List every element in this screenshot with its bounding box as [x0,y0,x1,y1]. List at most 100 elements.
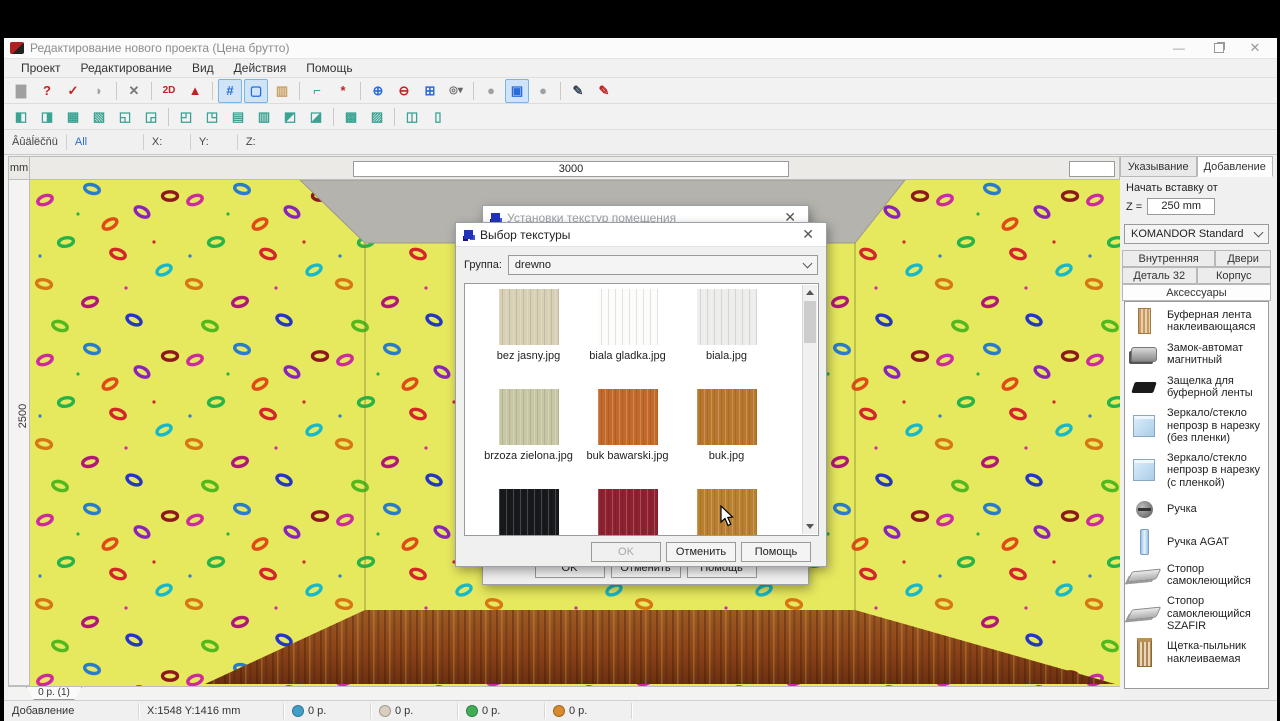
texture-item[interactable]: biala.jpg [677,289,776,362]
accessories-list[interactable]: Буферная лента наклеивающаяся Замок-авто… [1124,301,1269,689]
list-item[interactable]: Защелка для буферной ленты [1129,374,1264,400]
render-icon[interactable]: ● [479,79,503,103]
texture-item[interactable]: buk.jpg [677,389,776,462]
texture-thumbnail[interactable] [696,389,757,445]
tab-accessories[interactable]: Аксессуары [1122,284,1271,301]
minimize-icon[interactable]: — [1161,38,1197,58]
copy-style-icon[interactable]: ▣ [505,78,529,103]
group-select[interactable]: drewno [507,255,818,275]
texture-item[interactable]: biala gladka.jpg [578,289,677,362]
group-align-top-icon[interactable]: ▤ [226,105,250,129]
elem-rotate-icon[interactable]: ◱ [113,105,137,129]
list-item[interactable]: Стопор самоклеющийся SZAFIR [1126,595,1264,633]
texture-item[interactable]: bez jasny.jpg [479,289,578,362]
tab-detail-32[interactable]: Деталь 32 [1122,267,1197,284]
list-item[interactable]: Буферная лента наклеивающаяся [1129,308,1264,334]
texture-grid[interactable]: bez jasny.jpg biala gladka.jpg biala.jpg… [464,283,819,536]
menu-actions[interactable]: Действия [225,59,296,77]
tab-inner-part[interactable]: Внутренняя часть [1122,250,1216,281]
zoom-out-icon[interactable]: ⊖ [392,79,416,103]
cancel-button[interactable]: Отменить [666,542,736,562]
texture-item[interactable] [479,489,578,535]
tab-doors[interactable]: Двери [1215,250,1271,267]
tab-adding[interactable]: Добавление [1196,156,1273,177]
group-align-bottom-icon[interactable]: ▥ [252,105,276,129]
group-align-right-icon[interactable]: ◳ [200,105,224,129]
menu-edit[interactable]: Редактирование [72,59,181,77]
elem-align-top-icon[interactable]: ▦ [61,105,85,129]
width-dimension-input[interactable]: 3000 [353,161,789,177]
letterbox-left [0,0,4,720]
zoom-in-icon[interactable]: ⊕ [366,79,390,103]
texture-thumbnail[interactable] [498,489,559,535]
2d-view-icon[interactable]: 2D [157,79,181,103]
zoom-menu-icon[interactable]: ◎▾ [444,79,468,103]
door-icon[interactable]: ▥ [270,79,294,103]
x-field[interactable]: X: [144,134,191,150]
center-h-icon[interactable]: ◫ [400,105,424,129]
fill-icon[interactable]: ◗ [87,79,111,103]
elem-align-left-icon[interactable]: ◧ [9,105,33,129]
save-icon[interactable]: ▇ [9,79,33,103]
group-align-left-icon[interactable]: ◰ [174,105,198,129]
texture-thumbnail[interactable] [696,289,757,345]
list-item[interactable]: Замок-автомат магнитный [1129,341,1264,367]
texture-item[interactable]: buk bawarski.jpg [578,389,677,462]
close-icon[interactable]: ✕ [1237,38,1273,58]
list-item[interactable]: Ручка [1129,496,1264,522]
corner-icon[interactable]: ⌐ [305,79,329,103]
menu-view[interactable]: Вид [183,59,223,77]
list-item[interactable]: Зеркало/стекло непрозр в нарезку (с плен… [1129,452,1264,490]
elem-align-bottom-icon[interactable]: ▧ [87,105,111,129]
texture-select-title-bar[interactable]: Выбор текстуры ✕ [456,223,826,247]
tab-pointing[interactable]: Указывание [1120,156,1197,177]
menu-project[interactable]: Проект [12,59,70,77]
grid-icon[interactable]: # [218,78,242,103]
pen-remove-icon[interactable]: ✎ [592,79,616,103]
help-button[interactable]: Помощь [741,542,811,562]
texture-thumbnail[interactable] [597,489,658,535]
3d-view-icon[interactable]: ▲ [183,79,207,103]
delete-icon[interactable]: ✕ [122,79,146,103]
walls-icon[interactable]: ▢ [244,78,268,103]
list-item[interactable]: Ручка AGAT [1129,529,1264,555]
center-v-icon[interactable]: ▯ [426,105,450,129]
y-field[interactable]: Y: [191,134,238,150]
z-field[interactable]: Z: [238,134,284,150]
spacing-h-icon[interactable]: ▩ [339,105,363,129]
price-sheet-tab[interactable]: 0 р. (1) [26,687,82,700]
texture-thumbnail[interactable] [597,389,658,445]
sphere-icon[interactable]: ● [531,79,555,103]
pen-add-icon[interactable]: ✎ [566,79,590,103]
elem-move-icon[interactable]: ◲ [139,105,163,129]
scroll-up-icon[interactable] [803,285,817,300]
tab-corpus[interactable]: Корпус [1196,267,1271,284]
list-item[interactable]: Щетка-пыльник наклеиваемая [1129,638,1264,667]
texture-thumbnail[interactable] [498,289,559,345]
scrollbar[interactable] [802,285,817,534]
menu-help[interactable]: Помощь [297,59,361,77]
texture-thumbnail[interactable] [498,389,559,445]
list-item[interactable]: Зеркало/стекло непрозр в нарезку (без пл… [1129,407,1264,445]
restore-icon[interactable] [1201,38,1237,58]
open-project-icon[interactable]: ✓ [61,79,85,103]
z-value-input[interactable]: 250 mm [1147,198,1216,215]
new-project-icon[interactable]: ? [35,79,59,103]
axes-icon[interactable]: * [331,79,355,103]
dimension-aux-input[interactable] [1069,161,1115,177]
zoom-fit-icon[interactable]: ⊞ [418,79,442,103]
group-move-icon[interactable]: ◪ [304,105,328,129]
filter-scope[interactable]: All [67,134,144,150]
scroll-down-icon[interactable] [803,519,817,534]
ok-button[interactable]: OK [591,542,661,562]
spacing-v-icon[interactable]: ▨ [365,105,389,129]
texture-item[interactable] [578,489,677,535]
list-item[interactable]: Стопор самоклеющийся [1126,562,1264,588]
texture-item[interactable]: brzoza zielona.jpg [479,389,578,462]
scrollbar-thumb[interactable] [804,301,816,343]
elem-align-right-icon[interactable]: ◨ [35,105,59,129]
group-rotate-icon[interactable]: ◩ [278,105,302,129]
system-select[interactable]: KOMANDOR Standard [1124,224,1269,244]
texture-thumbnail[interactable] [597,289,658,345]
close-icon[interactable]: ✕ [798,226,818,243]
